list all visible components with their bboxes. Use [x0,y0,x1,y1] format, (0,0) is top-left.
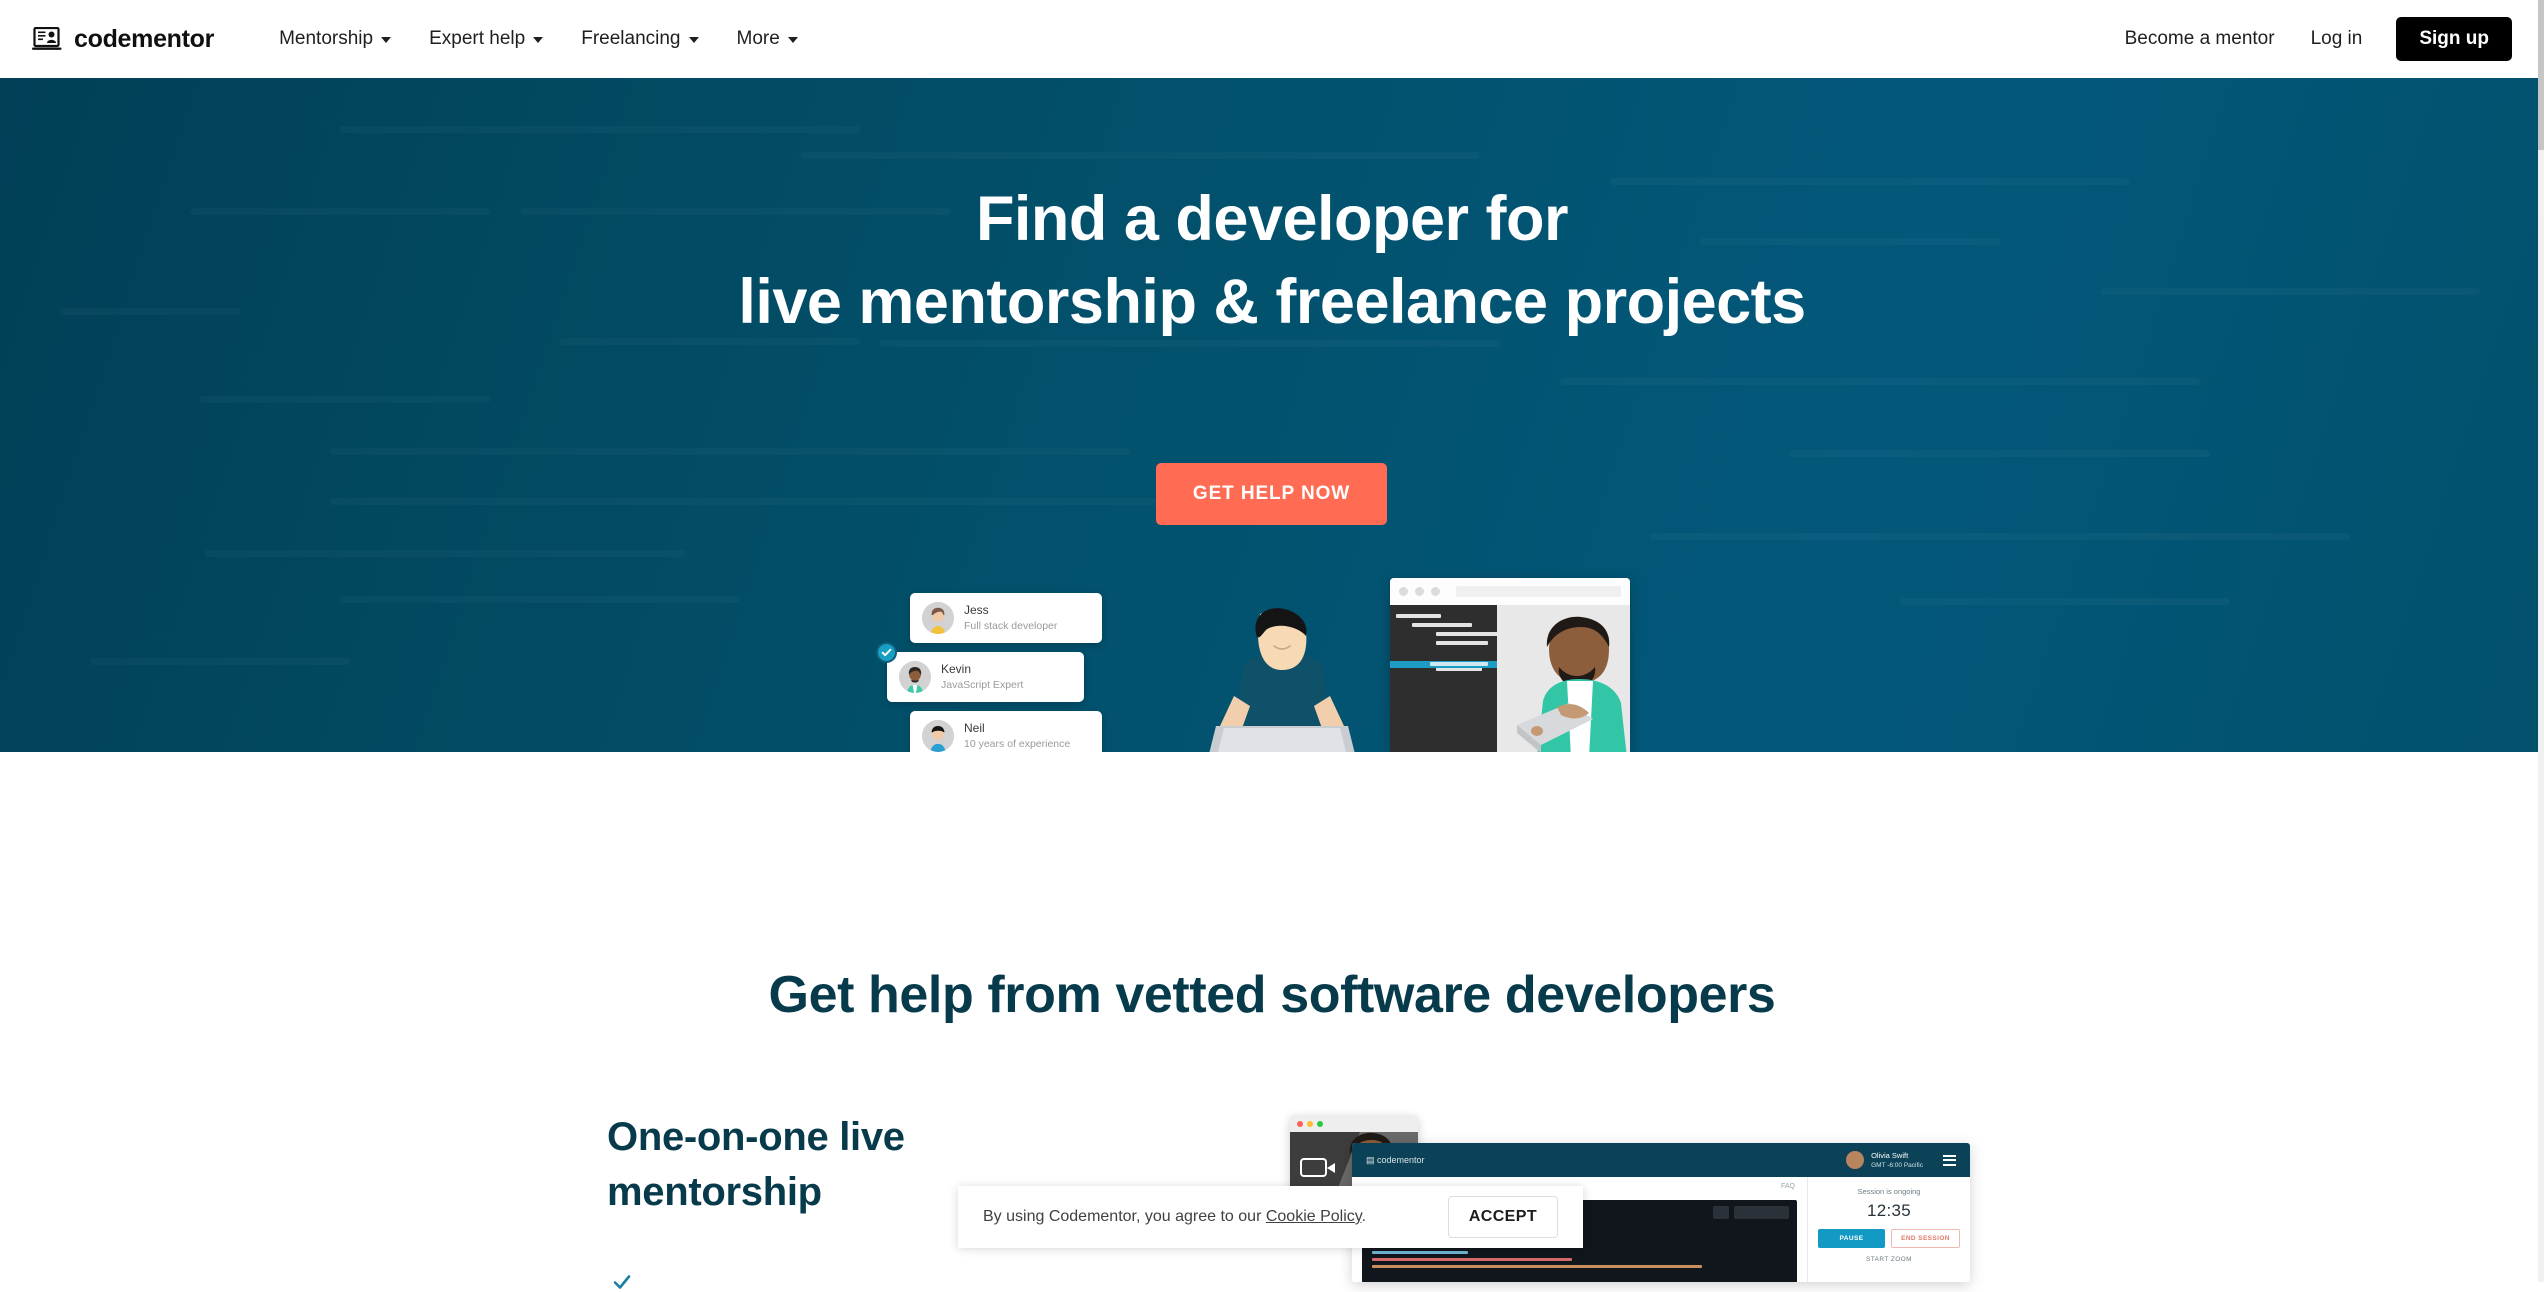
format-button[interactable] [1713,1206,1729,1219]
session-status: Session is ongoing [1857,1187,1921,1196]
hero-title: Find a developer for live mentorship & f… [0,178,2544,344]
avatar [1846,1151,1865,1169]
nav-label: Mentorship [279,28,374,49]
code-editor-pane [1390,605,1514,752]
mentor-role: 10 years of experience [964,737,1071,750]
avatar [899,661,931,693]
mentor-name: Kevin [941,661,972,676]
nav-label: Freelancing [581,28,681,49]
cookie-text-after: . [1361,1208,1367,1225]
nav-item-mentorship[interactable]: Mentorship [260,0,410,78]
editor-toolbar [1713,1206,1789,1219]
address-bar [1456,586,1621,597]
check-icon [613,1275,631,1289]
header-actions: Become a mentor Log in Sign up [2107,17,2512,61]
mentor-card-neil[interactable]: Neil 10 years of experience [910,711,1102,752]
avatar [922,720,954,752]
mentor-name: Jess [964,602,989,617]
window-dot-icon [1399,587,1408,596]
session-timer: 12:35 [1866,1201,1912,1220]
session-panel: Session is ongoing 12:35 PAUSE END SESSI… [1807,1177,1970,1282]
end-session-button[interactable]: END SESSION [1891,1229,1960,1248]
mentor-card-kevin[interactable]: Kevin JavaScript Expert [876,642,1084,702]
scrollbar-track[interactable] [2538,0,2544,1282]
pause-button[interactable]: PAUSE [1818,1229,1885,1248]
window-maximize-dot-icon [1317,1120,1323,1127]
window-dot-icon [1415,587,1424,596]
nav-item-expert-help[interactable]: Expert help [410,0,562,78]
login-link[interactable]: Log in [2293,28,2381,50]
video-window-titlebar [1290,1115,1418,1132]
scrollbar-thumb[interactable] [2538,0,2544,150]
app-user-info: Olivia Swift GMT -6:00 Pacific [1846,1151,1956,1169]
nav-label: More [736,28,780,49]
become-a-mentor-link[interactable]: Become a mentor [2107,28,2293,50]
cookie-consent-bar: By using Codementor, you agree to our Co… [958,1186,1583,1248]
browser-content [1390,605,1630,752]
window-minimize-dot-icon [1307,1120,1313,1127]
main-nav: Mentorship Expert help Freelancing More [260,0,817,78]
mentor-card-jess[interactable]: Jess Full stack developer [910,593,1102,643]
faq-link[interactable]: FAQ [1781,1183,1795,1190]
window-dot-icon [1431,587,1440,596]
mentor-name: Neil [964,720,985,735]
camera-icon [1300,1158,1335,1177]
nav-item-freelancing[interactable]: Freelancing [562,0,717,78]
section-title: Get help from vetted software developers [768,966,1776,1024]
signup-button[interactable]: Sign up [2396,17,2512,61]
section-subtitle: One-on-one live mentorship [607,1115,905,1215]
chevron-down-icon [688,37,699,43]
user-timezone: GMT -6:00 Pacific [1871,1161,1923,1169]
cookie-text-before: By using Codementor, you agree to our [983,1208,1266,1225]
user-details: Olivia Swift GMT -6:00 Pacific [1871,1151,1923,1168]
nav-item-more[interactable]: More [718,0,817,78]
hamburger-menu-icon[interactable] [1943,1154,1956,1166]
seated-developer-illustration [1180,608,1390,752]
chevron-down-icon [533,37,544,43]
hero-title-line-1: Find a developer for [975,184,1569,254]
cookie-text: By using Codementor, you agree to our Co… [983,1208,1366,1226]
verified-check-icon [876,642,897,663]
mentor-info: Jess Full stack developer [964,603,1057,633]
mentor-video-pane [1497,605,1630,752]
mentor-role: JavaScript Expert [941,678,1024,691]
user-name: Olivia Swift [1871,1151,1909,1161]
app-topbar: ▤ codementor Olivia Swift GMT -6:00 Paci… [1352,1143,1970,1177]
brand-logo[interactable]: codementor [32,25,214,54]
hero-section: Find a developer for live mentorship & f… [0,78,2544,752]
site-header: codementor Mentorship Expert help Freela… [0,0,2544,78]
chevron-down-icon [381,37,392,43]
feature-bullet [612,1272,632,1292]
chevron-down-icon [787,37,798,43]
brand-name: codementor [74,24,215,53]
app-logo: ▤ codementor [1366,1154,1425,1165]
browser-titlebar [1390,578,1630,605]
mentor-role: Full stack developer [964,619,1058,632]
window-close-dot-icon [1297,1120,1303,1127]
session-controls: PAUSE END SESSION [1818,1229,1960,1248]
language-select[interactable] [1734,1206,1789,1219]
avatar [922,602,954,634]
mentor-card-list: Jess Full stack developer Kevin JavaScri… [876,593,1150,752]
codementor-logo-icon [32,26,63,52]
cookie-accept-button[interactable]: ACCEPT [1447,1196,1558,1238]
hero-browser-window-mock [1390,578,1630,752]
cookie-policy-link[interactable]: Cookie Policy [1266,1208,1362,1225]
mentor-info: Neil 10 years of experience [964,721,1070,751]
start-zoom-button[interactable]: START ZOOM [1818,1256,1960,1263]
mentor-info: Kevin JavaScript Expert [941,662,1023,692]
nav-label: Expert help [429,28,526,49]
hero-title-line-2: live mentorship & freelance projects [738,267,1806,338]
get-help-now-button[interactable]: GET HELP NOW [1156,463,1387,525]
